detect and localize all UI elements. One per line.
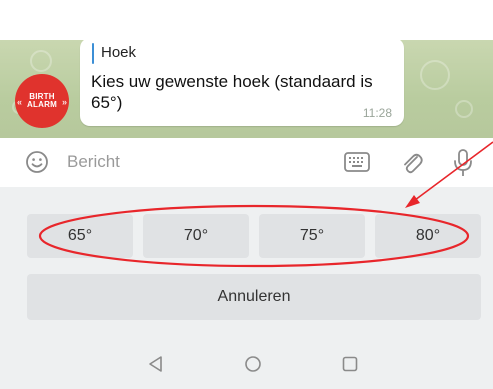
logo-wing-left-icon: « [17,97,23,107]
back-triangle-icon[interactable] [146,354,166,374]
angle-75-button[interactable]: 75° [259,214,365,258]
background-doodle [455,100,473,118]
angle-70-button[interactable]: 70° [143,214,249,258]
telegram-chat-screen: « BIRTH ALARM » Hoek Kies uw gewenste ho… [0,0,493,389]
angle-80-button[interactable]: 80° [375,214,481,258]
home-circle-icon[interactable] [243,354,263,374]
logo-wing-right-icon: » [61,97,67,107]
message-bubble[interactable]: Hoek Kies uw gewenste hoek (standaard is… [80,38,404,126]
message-text: Kies uw gewenste hoek (standaard is 65°) [91,72,373,112]
message-input-bar: Bericht [0,138,493,187]
system-navigation-bar [0,338,493,389]
bot-avatar[interactable]: « BIRTH ALARM » [15,74,69,128]
cancel-button[interactable]: Annuleren [27,274,481,320]
recents-square-icon[interactable] [340,354,360,374]
bot-reply-keyboard: 65° 70° 75° 80° Annuleren [0,187,493,338]
avatar-logo-line2: ALARM [27,100,57,109]
message-input[interactable]: Bericht [67,152,120,172]
smile-icon[interactable] [25,150,49,174]
background-doodle [30,50,52,72]
microphone-icon[interactable] [451,147,475,179]
reply-accent-bar [92,43,94,64]
paperclip-icon[interactable] [398,148,424,176]
angle-65-button[interactable]: 65° [27,214,133,258]
background-doodle [420,60,450,90]
keyboard-icon[interactable] [344,152,370,172]
reply-title: Hoek [101,44,137,61]
message-time: 11:28 [362,106,392,120]
